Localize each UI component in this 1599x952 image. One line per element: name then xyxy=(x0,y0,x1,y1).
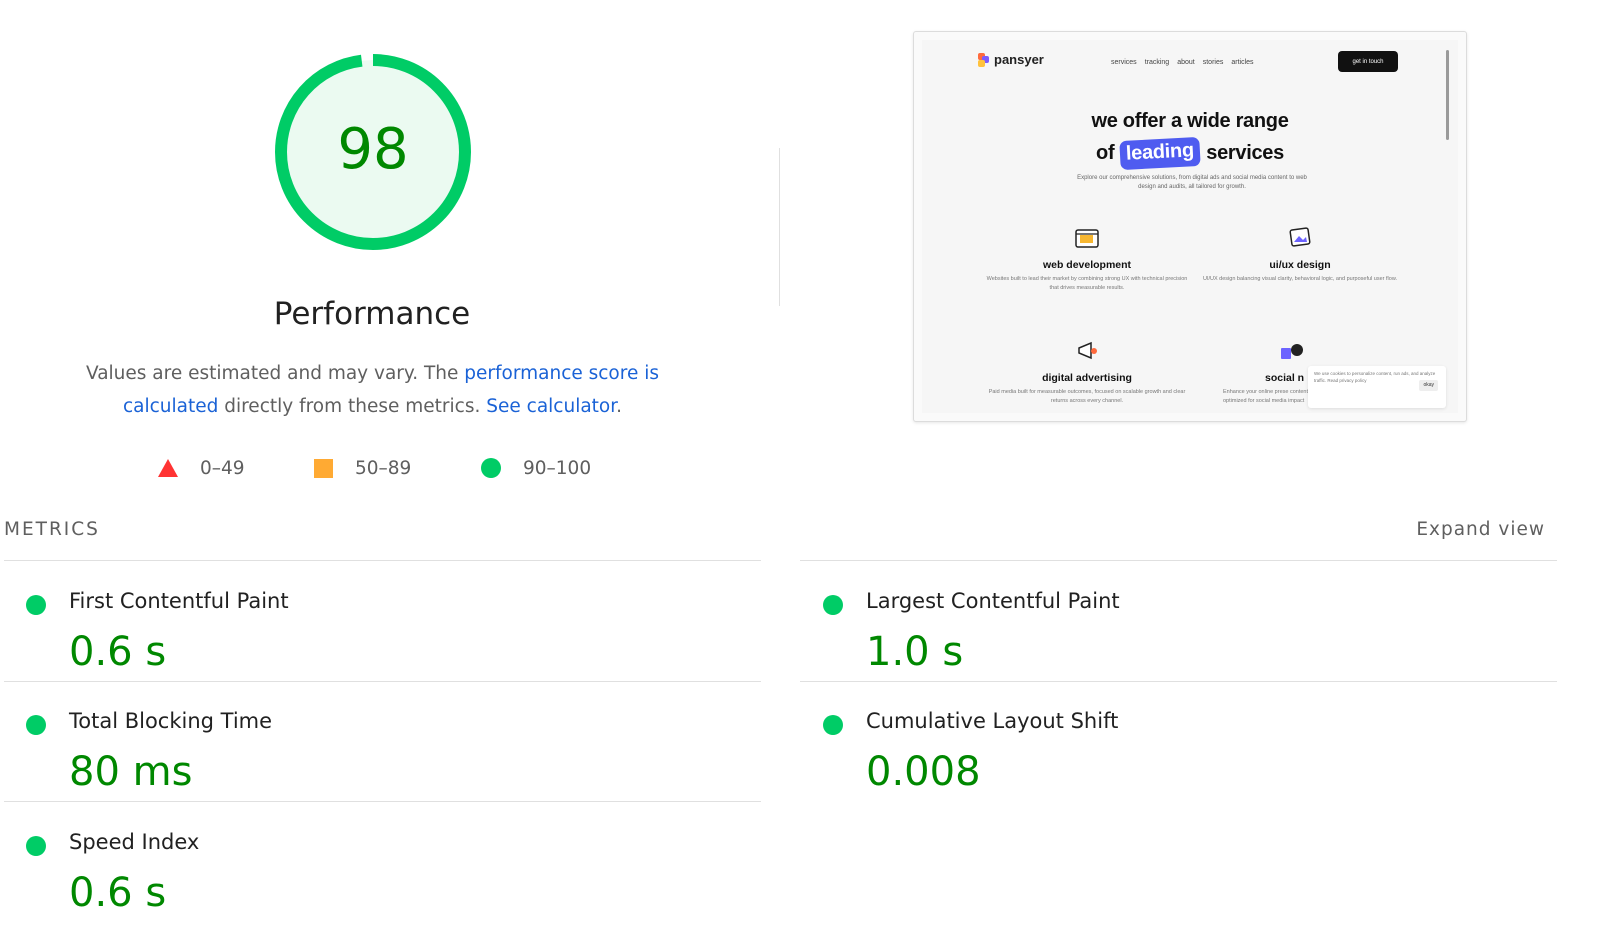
metric-total-blocking-time: Total Blocking Time 80 ms xyxy=(4,691,744,801)
hero-pill: leading xyxy=(1119,136,1201,171)
cookie-banner: We use cookies to personalize content, r… xyxy=(1308,366,1446,408)
pass-circle-icon xyxy=(26,715,46,735)
browser-window-icon xyxy=(1073,225,1101,251)
pass-circle-icon xyxy=(823,595,843,615)
divider xyxy=(800,560,1557,561)
screenshot-hero-line1: we offer a wide range xyxy=(1091,110,1289,132)
nav-item: services xyxy=(1111,59,1137,66)
service-name: web development xyxy=(1042,259,1132,271)
thumbs-up-icon xyxy=(1277,338,1305,364)
service-card: web development Websites built to lead t… xyxy=(982,225,1192,293)
screenshot-brand: pansyer xyxy=(978,52,1044,67)
service-name: social n xyxy=(1265,372,1305,384)
legend-fail: 0–49 xyxy=(158,455,245,481)
metric-speed-index: Speed Index 0.6 s xyxy=(4,812,744,922)
performance-score-gauge: 98 xyxy=(273,52,473,252)
pass-circle-icon xyxy=(26,836,46,856)
legend-pass: 90–100 xyxy=(481,455,591,481)
cookie-text: We use cookies to personalize content, r… xyxy=(1314,371,1436,383)
service-blurb: Enhance your online prese content optimi… xyxy=(1223,389,1309,404)
metric-value: 0.6 s xyxy=(69,629,167,675)
image-frame-icon xyxy=(1286,225,1314,251)
metric-name: Cumulative Layout Shift xyxy=(866,709,1119,733)
hero-word: of xyxy=(1096,142,1115,164)
metric-name: Speed Index xyxy=(69,830,200,854)
description-text: Values are estimated and may vary. The xyxy=(85,363,465,384)
circle-icon xyxy=(481,458,501,478)
triangle-icon xyxy=(158,459,178,477)
screenshot-hero-line2: of leading services xyxy=(922,136,1458,171)
metric-largest-contentful-paint: Largest Contentful Paint 1.0 s xyxy=(801,571,1541,681)
metric-value: 0.6 s xyxy=(69,870,167,916)
service-card: ui/ux design UI/UX design balancing visu… xyxy=(1195,225,1405,284)
legend-label: 0–49 xyxy=(200,457,245,479)
pass-circle-icon xyxy=(823,715,843,735)
divider xyxy=(800,681,1557,682)
final-screenshot[interactable]: pansyer services tracking about stories … xyxy=(913,31,1467,422)
pass-circle-icon xyxy=(26,595,46,615)
description-text: . xyxy=(616,396,623,417)
vertical-divider xyxy=(779,148,780,306)
brand-logo-icon xyxy=(978,52,990,67)
nav-item: about xyxy=(1177,59,1195,66)
legend-label: 90–100 xyxy=(523,457,592,479)
metric-value: 1.0 s xyxy=(866,629,964,675)
legend-label: 50–89 xyxy=(355,457,412,479)
performance-description: Values are estimated and may vary. The p… xyxy=(60,357,685,423)
screenshot-page: pansyer services tracking about stories … xyxy=(922,40,1458,413)
service-name: ui/ux design xyxy=(1269,259,1331,271)
service-card: digital advertising Paid media built for… xyxy=(982,338,1192,406)
screenshot-hero-subtitle: Explore our comprehensive solutions, fro… xyxy=(1077,175,1307,190)
brand-name: pansyer xyxy=(994,52,1044,67)
nav-item: stories xyxy=(1202,59,1224,66)
metric-name: First Contentful Paint xyxy=(69,589,289,613)
metric-value: 0.008 xyxy=(866,749,981,795)
nav-item: tracking xyxy=(1144,59,1170,66)
legend-average: 50–89 xyxy=(314,455,411,481)
performance-title: Performance xyxy=(273,296,471,332)
description-text: directly from these metrics. xyxy=(218,396,487,417)
metric-value: 80 ms xyxy=(69,749,193,795)
hero-word: services xyxy=(1206,142,1284,164)
service-name: digital advertising xyxy=(1042,372,1132,384)
metrics-heading: METRICS xyxy=(4,519,100,540)
service-blurb: Websites built to lead their market by c… xyxy=(986,276,1188,291)
metric-name: Total Blocking Time xyxy=(69,709,273,733)
divider xyxy=(4,560,761,561)
metric-name: Largest Contentful Paint xyxy=(866,589,1120,613)
nav-item: articles xyxy=(1231,59,1254,66)
screenshot-cta: get in touch xyxy=(1338,51,1398,72)
divider xyxy=(4,681,761,682)
metric-first-contentful-paint: First Contentful Paint 0.6 s xyxy=(4,571,744,681)
expand-view-toggle[interactable]: Expand view xyxy=(1416,519,1545,540)
divider xyxy=(4,801,761,802)
see-calculator-link[interactable]: See calculator xyxy=(486,396,616,417)
metric-cumulative-layout-shift: Cumulative Layout Shift 0.008 xyxy=(801,691,1541,801)
service-blurb: UI/UX design balancing visual clarity, b… xyxy=(1202,276,1398,282)
cookie-okay-button: okay xyxy=(1419,380,1438,391)
square-icon xyxy=(314,458,333,478)
megaphone-icon xyxy=(1073,338,1101,364)
performance-score-value: 98 xyxy=(337,116,409,182)
screenshot-nav: services tracking about stories articles xyxy=(1111,59,1254,66)
service-card: social n Enhance your online prese conte… xyxy=(1195,338,1315,406)
service-blurb: Paid media built for measurable outcomes… xyxy=(988,389,1186,404)
